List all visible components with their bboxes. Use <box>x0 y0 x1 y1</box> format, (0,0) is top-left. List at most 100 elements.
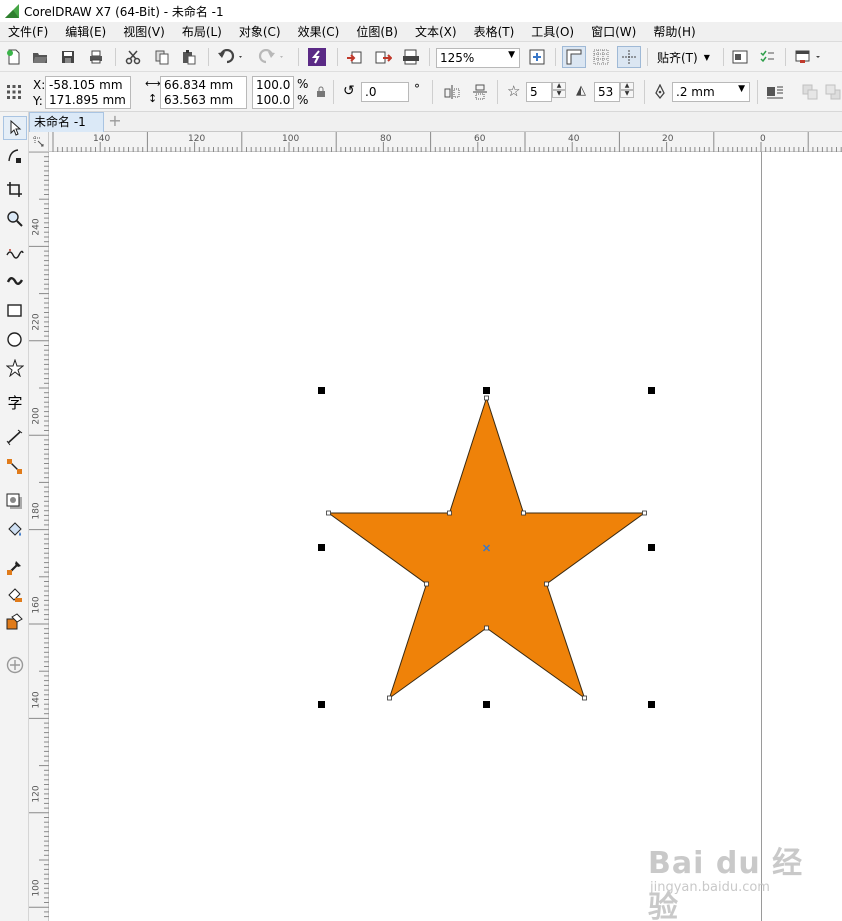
zoom-level-select[interactable]: 125% ▼ <box>436 48 520 68</box>
width-field[interactable]: 66.834 mm <box>160 76 247 93</box>
selection-handle-top[interactable] <box>483 387 490 394</box>
star-sharpness-spinner[interactable]: ▲ ▼ <box>620 82 634 98</box>
drawing-canvas[interactable] <box>49 152 842 921</box>
selection-handle-bottom-left[interactable] <box>318 701 325 708</box>
import-button[interactable] <box>344 47 366 67</box>
transparency-tool[interactable] <box>3 518 27 542</box>
new-tab-button[interactable]: + <box>106 113 124 131</box>
menu-effects[interactable]: 效果(C) <box>290 22 349 42</box>
spin-up-icon[interactable]: ▲ <box>552 82 566 90</box>
snap-to-dropdown[interactable]: 贴齐(T) ▼ <box>652 47 718 67</box>
ruler-origin[interactable] <box>29 132 49 152</box>
baidu-watermark: Bai du 经验 jingyan.baidu.com <box>648 838 808 921</box>
vertical-ruler[interactable]: 240 220 200 180 160 140 120 100 <box>29 151 49 921</box>
selection-handle-bottom[interactable] <box>483 701 490 708</box>
selection-handle-left[interactable] <box>318 544 325 551</box>
new-document-button[interactable] <box>4 47 24 67</box>
menu-layout[interactable]: 布局(L) <box>174 22 231 42</box>
star-points-field[interactable]: 5 <box>526 82 552 102</box>
scale-y-field[interactable]: 100.0 <box>252 92 294 109</box>
zoom-tool[interactable] <box>3 207 27 231</box>
redo-button[interactable] <box>255 47 289 67</box>
mirror-vertical-button[interactable] <box>470 82 490 102</box>
artistic-media-tool[interactable] <box>3 269 27 293</box>
selection-handle-top-right[interactable] <box>648 387 655 394</box>
menu-file[interactable]: 文件(F) <box>0 22 57 42</box>
copy-button[interactable] <box>151 47 173 67</box>
menu-view[interactable]: 视图(V) <box>115 22 174 42</box>
smart-fill-tool[interactable] <box>3 610 27 634</box>
x-position-field[interactable]: -58.105 mm <box>45 76 131 93</box>
object-origin-button[interactable] <box>4 82 24 102</box>
show-grid-button[interactable] <box>590 47 612 67</box>
star-node[interactable] <box>326 510 331 516</box>
crop-tool[interactable] <box>3 178 27 202</box>
horizontal-ruler[interactable]: 140 120 100 80 60 40 20 0 <box>49 132 842 152</box>
freehand-tool[interactable] <box>3 242 27 266</box>
menu-text[interactable]: 文本(X) <box>407 22 466 42</box>
star-node[interactable] <box>544 581 549 587</box>
star-node[interactable] <box>484 625 489 631</box>
text-tool[interactable]: 字 <box>3 390 27 414</box>
spin-down-icon[interactable]: ▼ <box>552 90 566 98</box>
spin-up-icon[interactable]: ▲ <box>620 82 634 90</box>
undo-button[interactable] <box>214 47 248 67</box>
menu-tools[interactable]: 工具(O) <box>523 22 583 42</box>
color-eyedropper-tool[interactable] <box>3 555 27 579</box>
document-tab[interactable]: 未命名 -1 <box>29 112 104 132</box>
export-button[interactable] <box>372 47 394 67</box>
connector-tool[interactable] <box>3 455 27 479</box>
add-tool-button[interactable] <box>3 653 27 677</box>
parallel-dimension-tool[interactable] <box>3 426 27 450</box>
polygon-tool[interactable] <box>3 356 27 380</box>
y-position-field[interactable]: 171.895 mm <box>45 92 131 109</box>
open-button[interactable] <box>30 47 50 67</box>
star-node[interactable] <box>424 581 429 587</box>
star-node[interactable] <box>447 510 452 516</box>
menu-table[interactable]: 表格(T) <box>466 22 524 42</box>
ellipse-tool[interactable] <box>3 328 27 352</box>
save-icon <box>62 51 74 63</box>
star-points-spinner[interactable]: ▲ ▼ <box>552 82 566 98</box>
print-button[interactable] <box>86 47 106 67</box>
star-node[interactable] <box>484 395 489 401</box>
spin-down-icon[interactable]: ▼ <box>620 90 634 98</box>
application-launcher-button[interactable] <box>756 47 778 67</box>
selection-handle-right[interactable] <box>648 544 655 551</box>
cut-button[interactable] <box>122 47 144 67</box>
show-rulers-button[interactable] <box>562 46 586 68</box>
rectangle-tool[interactable] <box>3 299 27 323</box>
star-node[interactable] <box>642 510 647 516</box>
star-node[interactable] <box>521 510 526 516</box>
paste-button[interactable] <box>178 47 200 67</box>
options-button[interactable] <box>729 47 751 67</box>
pick-tool[interactable] <box>3 116 27 140</box>
publish-pdf-button[interactable] <box>400 47 422 67</box>
mirror-horizontal-button[interactable] <box>442 82 462 102</box>
selection-handle-bottom-right[interactable] <box>648 701 655 708</box>
star-node[interactable] <box>582 695 587 701</box>
menu-help[interactable]: 帮助(H) <box>645 22 704 42</box>
menu-window[interactable]: 窗口(W) <box>583 22 645 42</box>
shape-tool[interactable] <box>3 144 27 168</box>
rotation-angle-field[interactable]: .0 <box>361 82 409 102</box>
drop-shadow-tool[interactable] <box>3 490 27 514</box>
star-node[interactable] <box>387 695 392 701</box>
outline-width-select[interactable]: .2 mm ▼ <box>672 82 750 102</box>
search-content-button[interactable] <box>305 46 329 68</box>
zoom-to-page-button[interactable] <box>526 47 548 67</box>
menu-object[interactable]: 对象(C) <box>231 22 290 42</box>
scale-x-field[interactable]: 100.0 <box>252 76 294 93</box>
selection-handle-top-left[interactable] <box>318 387 325 394</box>
lock-ratio-button[interactable] <box>314 84 328 100</box>
menu-edit[interactable]: 编辑(E) <box>57 22 115 42</box>
show-guidelines-button[interactable] <box>617 46 641 68</box>
welcome-screen-button[interactable] <box>792 47 826 67</box>
save-button[interactable] <box>58 47 78 67</box>
interactive-fill-tool[interactable] <box>3 583 27 607</box>
text-wrap-button[interactable] <box>764 82 786 102</box>
shadow-icon <box>6 493 22 509</box>
star-sharpness-field[interactable]: 53 <box>594 82 620 102</box>
menu-bitmaps[interactable]: 位图(B) <box>348 22 407 42</box>
height-field[interactable]: 63.563 mm <box>160 92 247 109</box>
